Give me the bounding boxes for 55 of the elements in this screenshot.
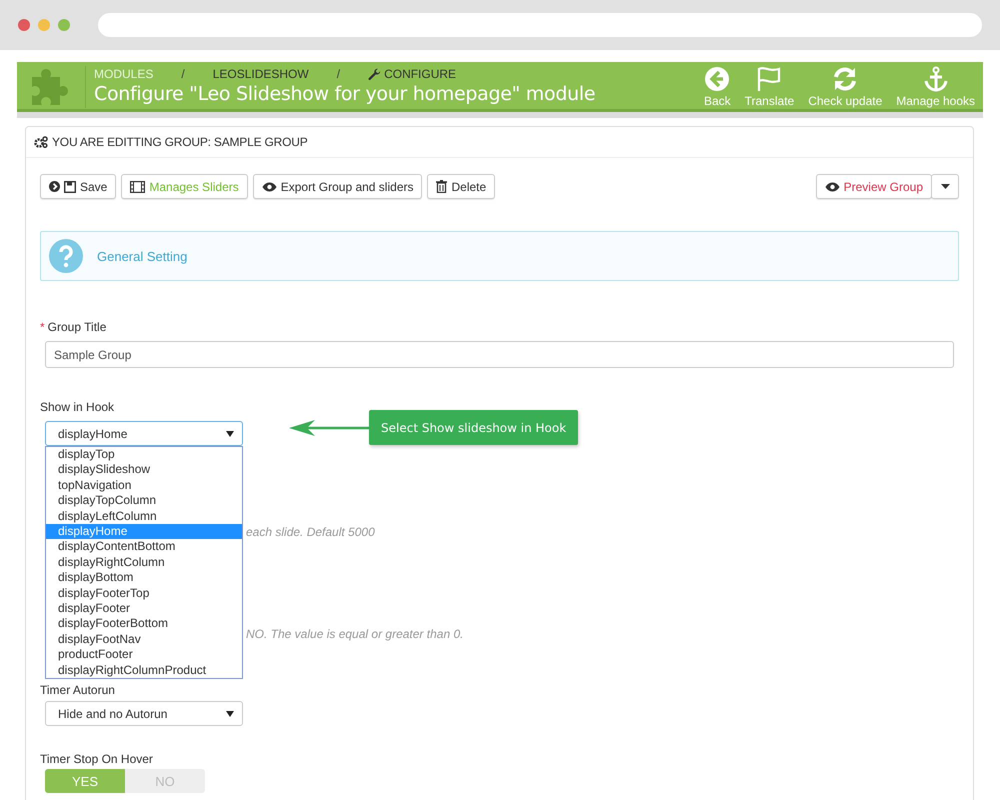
panel-heading: YOU ARE EDITTING GROUP: SAMPLE GROUP [52,135,308,149]
dropdown-option[interactable]: displayFootNav [46,632,242,648]
input-field[interactable]: Sample Group [45,341,954,368]
eye-icon [824,182,840,192]
breadcrumb-link[interactable]: LEOSLIDESHOW [212,67,309,81]
dropdown-option[interactable]: displayFooterBottom [46,616,242,632]
breadcrumb-separator: / [181,67,185,81]
help-text: NO. The value is equal or greater than 0. [246,627,464,641]
dropdown-option[interactable]: displayLeftColumn [46,508,242,524]
wrench-icon [368,68,382,80]
minimize-dot[interactable] [38,19,50,31]
required-mark: * [40,320,45,334]
help-text: each slide. Default 5000 [246,525,375,539]
dropdown-option[interactable]: displayRightColumn [46,554,242,570]
film-icon [130,180,146,192]
dropdown-option[interactable]: topNavigation [46,478,242,494]
dropdown-toggle[interactable] [931,174,959,199]
question-icon [49,239,83,273]
refresh-icon [832,66,858,92]
field-label: Group Title [48,320,106,334]
dropdown-option[interactable]: displayTop [46,447,242,462]
dropdown-option[interactable]: displayContentBottom [46,539,242,555]
dropdown-option[interactable]: productFooter [46,647,242,663]
maximize-dot[interactable] [58,19,70,31]
page-title: Configure "Leo Slideshow for your homepage" module [94,83,596,105]
caret-icon [226,430,234,436]
field-label: Show in Hook [40,400,116,414]
toolbar-button[interactable]: Save [40,174,116,199]
callout-label: Select Show slideshow in Hook [369,410,578,445]
gears-icon [34,136,48,148]
caret-icon [226,710,234,716]
anchor-icon [922,66,949,92]
dropdown-option[interactable]: displayFooter [46,601,242,616]
close-dot[interactable] [18,19,30,31]
flag-icon [756,66,782,92]
dropdown-option[interactable]: displayFooterTop [46,586,242,602]
preview-button[interactable]: Preview Group [816,174,932,199]
address-bar[interactable] [98,13,982,37]
dropdown-option[interactable]: displaySlideshow [46,462,242,478]
caret-icon [940,184,950,189]
dropdown-option[interactable]: displayRightColumnProduct [46,662,242,678]
toolbar-button[interactable]: Export Group and sliders [252,174,422,199]
section-title: General Setting [97,248,188,264]
field-label: Timer Autorun [40,683,116,697]
breadcrumb-separator: / [336,67,340,81]
eye-icon [262,182,277,192]
dropdown-option[interactable]: displayBottom [46,570,242,586]
field-label: Timer Stop On Hover [40,752,154,766]
dropdown-option[interactable]: displayTopColumn [46,493,242,509]
select-field[interactable]: Hide and no Autorun [45,701,243,726]
select-field[interactable]: displayHome [45,421,243,446]
trash-icon [436,180,448,193]
arrow-icon [289,418,369,438]
toolbar-button[interactable]: Delete [427,174,496,199]
breadcrumb-link[interactable]: CONFIGURE [368,67,456,81]
